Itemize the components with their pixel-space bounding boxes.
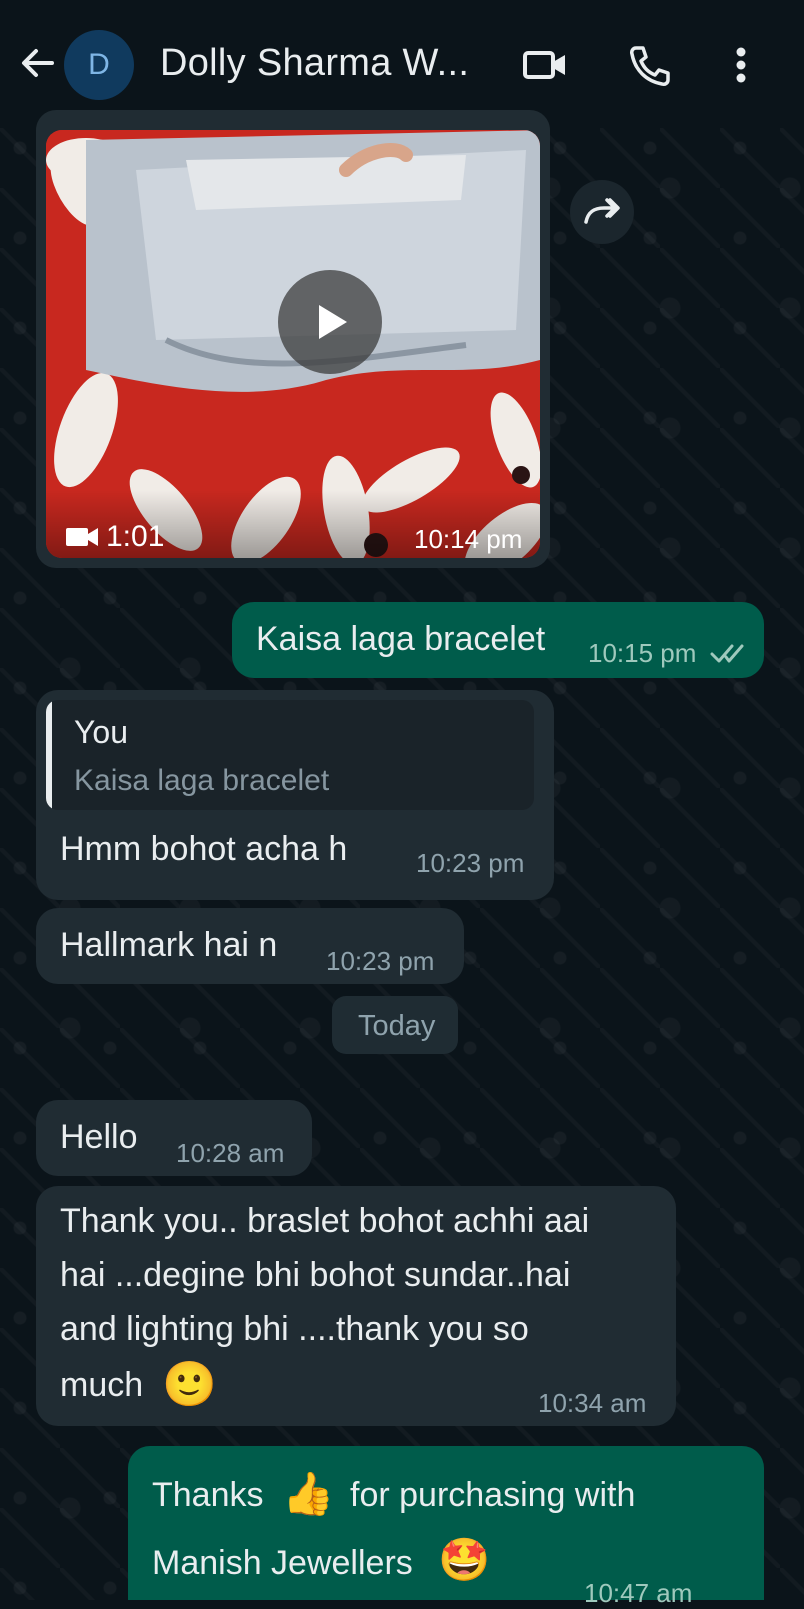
- video-thumbnail[interactable]: 1:01 10:14 pm: [46, 130, 540, 558]
- video-duration-label: 1:01: [106, 520, 165, 553]
- message-line-3: and lighting bhi ....thank you so: [60, 1310, 529, 1348]
- contact-name[interactable]: Dolly Sharma W...: [160, 42, 469, 85]
- quote-bar: [46, 700, 52, 810]
- incoming-message[interactable]: You Kaisa laga bracelet Hmm bohot acha h…: [36, 690, 554, 900]
- message-text: Kaisa laga bracelet: [256, 620, 546, 658]
- message-line-2: hai ...degine bhi bohot sundar..hai: [60, 1256, 571, 1294]
- outgoing-message[interactable]: Kaisa laga bracelet 10:15 pm: [232, 602, 764, 678]
- outgoing-message[interactable]: Thanks 👍 for purchasing with Manish Jewe…: [128, 1446, 764, 1608]
- message-time: 10:28 am: [176, 1138, 285, 1168]
- message-line-2: Manish Jewellers: [152, 1544, 413, 1582]
- thumbs-up-emoji: 👍: [282, 1470, 335, 1517]
- message-text: Hallmark hai n: [60, 926, 278, 964]
- avatar-letter: D: [88, 48, 110, 81]
- incoming-message[interactable]: Thank you.. braslet bohot achhi aai hai …: [36, 1186, 676, 1426]
- back-arrow-icon[interactable]: [14, 38, 64, 88]
- read-ticks-icon: [710, 644, 744, 663]
- incoming-message[interactable]: Hello 10:28 am: [36, 1100, 312, 1176]
- message-time: 10:23 pm: [326, 946, 435, 976]
- video-duration: 1:01: [66, 520, 164, 554]
- incoming-message[interactable]: Hallmark hai n 10:23 pm: [36, 908, 464, 984]
- star-struck-emoji: 🤩: [438, 1536, 491, 1583]
- message-time: 10:47 am: [584, 1578, 693, 1608]
- smiley-emoji: 🙂: [162, 1360, 217, 1409]
- video-time: 10:14 pm: [414, 524, 523, 554]
- message-line-4: much: [60, 1366, 144, 1404]
- message-time: 10:15 pm: [588, 638, 697, 668]
- quote-text: Kaisa laga bracelet: [74, 764, 330, 797]
- message-time: 10:34 am: [538, 1388, 647, 1418]
- avatar[interactable]: D: [64, 30, 134, 100]
- video-message[interactable]: 1:01 10:14 pm: [36, 110, 550, 568]
- more-options-icon[interactable]: [716, 40, 766, 90]
- video-camera-icon: [66, 528, 98, 546]
- voice-call-icon[interactable]: [624, 40, 674, 90]
- message-time: 10:23 pm: [416, 848, 525, 878]
- chat-header: D Dolly Sharma W...: [0, 0, 804, 128]
- quote-author: You: [74, 714, 128, 750]
- day-separator: Today: [332, 996, 458, 1054]
- forward-button[interactable]: [570, 180, 634, 244]
- forward-icon: [584, 198, 620, 224]
- day-separator-label: Today: [358, 1010, 436, 1042]
- message-text: Hmm bohot acha h: [60, 830, 348, 868]
- message-part-2: for purchasing with: [350, 1476, 636, 1514]
- play-icon: [319, 305, 347, 339]
- quoted-message[interactable]: You Kaisa laga bracelet: [46, 700, 534, 810]
- message-text: Hello: [60, 1118, 138, 1156]
- video-call-icon[interactable]: [520, 40, 570, 90]
- play-button[interactable]: [278, 270, 382, 374]
- message-part-1: Thanks: [152, 1476, 264, 1514]
- message-line-1: Thank you.. braslet bohot achhi aai: [60, 1202, 590, 1240]
